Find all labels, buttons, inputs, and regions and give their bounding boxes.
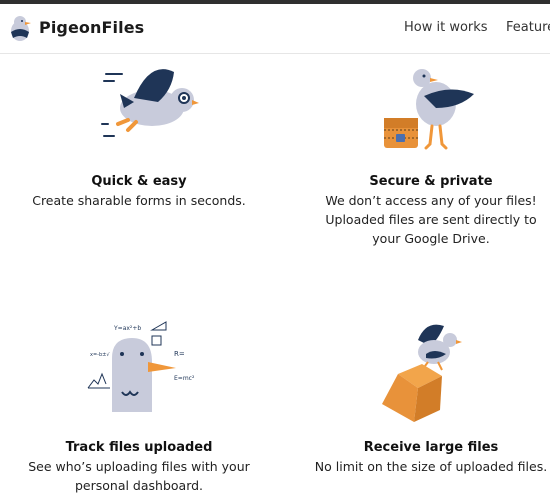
feature-description-line: See who’s uploading files with your (28, 459, 250, 474)
feature-quick-easy: Quick & easy Create sharable forms in se… (0, 174, 278, 210)
nav-link-features[interactable]: Feature (506, 20, 550, 35)
pigeon-on-chest-icon (384, 69, 474, 150)
flying-pigeon-icon (101, 69, 199, 137)
feature-title: Receive large files (363, 440, 499, 455)
feature-title: Track files uploaded (65, 440, 213, 455)
feature-title: Secure & private (369, 174, 493, 189)
feature-description: No limit on the size of uploaded files. (314, 459, 548, 474)
feature-description-line: Uploaded files are sent directly to (325, 212, 537, 227)
svg-text:Y=ax²+b: Y=ax²+b (113, 325, 141, 332)
pigeon-carrying-box-icon (382, 324, 462, 422)
feature-large-files: Receive large files No limit on the size… (292, 440, 550, 476)
feature-title: Quick & easy (91, 174, 187, 189)
svg-text:x=-b±√: x=-b±√ (90, 352, 110, 358)
brand-name[interactable]: PigeonFiles (39, 18, 144, 37)
pigeon-logo-icon[interactable] (7, 14, 33, 42)
feature-description-line: personal dashboard. (74, 478, 204, 493)
feature-description-line: We don’t access any of your files! (325, 193, 537, 208)
svg-text:R=: R= (174, 350, 185, 358)
feature-description: Create sharable forms in seconds. (32, 193, 246, 208)
feature-description-line: your Google Drive. (372, 231, 490, 246)
thinking-pigeon-icon: Y=ax²+b x=-b±√ R= E=mc² (87, 321, 195, 412)
feature-track-files: Track files uploaded See who’s uploading… (0, 440, 278, 495)
svg-text:E=mc²: E=mc² (174, 375, 195, 382)
site-header: PigeonFiles How it works Feature (0, 4, 550, 54)
feature-secure-private: Secure & private We don’t access any of … (292, 174, 550, 248)
nav-link-how-it-works[interactable]: How it works (404, 20, 488, 35)
